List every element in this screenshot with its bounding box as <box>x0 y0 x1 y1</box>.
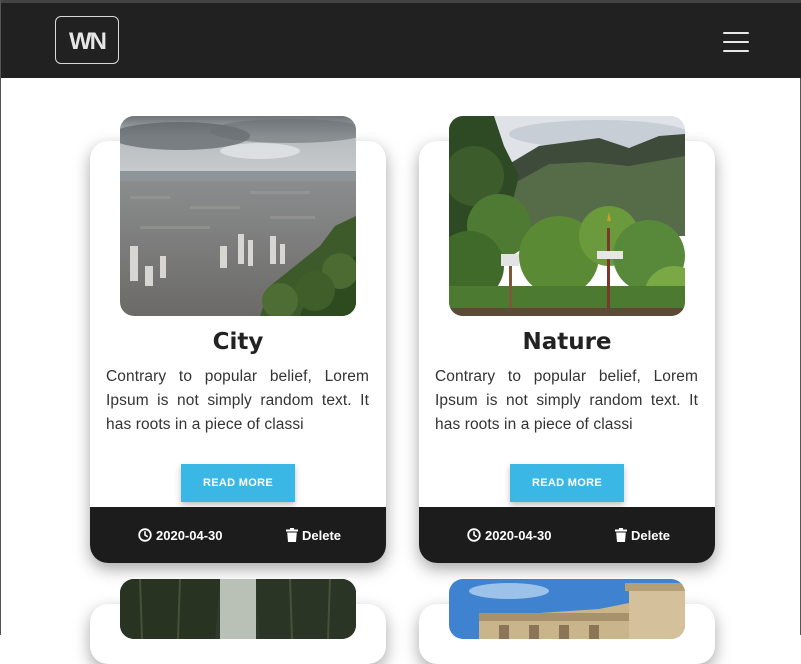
delete-button[interactable]: Delete <box>615 507 670 563</box>
card-building <box>419 579 715 664</box>
logo[interactable]: WN <box>55 16 119 64</box>
card-description: Contrary to popular belief, Lorem Ipsum … <box>435 368 698 433</box>
building-image <box>449 579 685 639</box>
post-date: 2020-04-30 <box>485 527 552 543</box>
hamburger-icon[interactable] <box>723 32 749 52</box>
read-more-button[interactable]: READ MORE <box>181 464 295 502</box>
trash-icon <box>615 528 627 542</box>
card-city: City Contrary to popular belief, Lorem I… <box>90 116 386 563</box>
clock-icon <box>467 528 481 542</box>
delete-label: Delete <box>631 527 671 543</box>
card-description: Contrary to popular belief, Lorem Ipsum … <box>106 368 369 433</box>
read-more-button[interactable]: READ MORE <box>510 464 624 502</box>
card-footer: 2020-04-30 Delete <box>90 507 386 563</box>
card-nature: Nature Contrary to popular belief, Lorem… <box>419 116 715 563</box>
card-forest <box>90 579 386 664</box>
city-image <box>120 116 356 316</box>
forest-image <box>120 579 356 639</box>
card-title: City <box>212 329 264 355</box>
navbar: WN <box>1 0 801 78</box>
nature-image <box>449 116 685 316</box>
svg-text:WN: WN <box>69 28 106 55</box>
delete-button[interactable]: Delete <box>286 507 341 563</box>
card-footer: 2020-04-30 Delete <box>419 507 715 563</box>
delete-label: Delete <box>302 527 342 543</box>
clock-icon <box>138 528 152 542</box>
card-title: Nature <box>522 329 612 355</box>
post-date: 2020-04-30 <box>156 527 223 543</box>
date-item: 2020-04-30 <box>467 507 552 563</box>
trash-icon <box>286 528 298 542</box>
date-item: 2020-04-30 <box>138 507 223 563</box>
logo-mark: WN <box>69 28 108 55</box>
